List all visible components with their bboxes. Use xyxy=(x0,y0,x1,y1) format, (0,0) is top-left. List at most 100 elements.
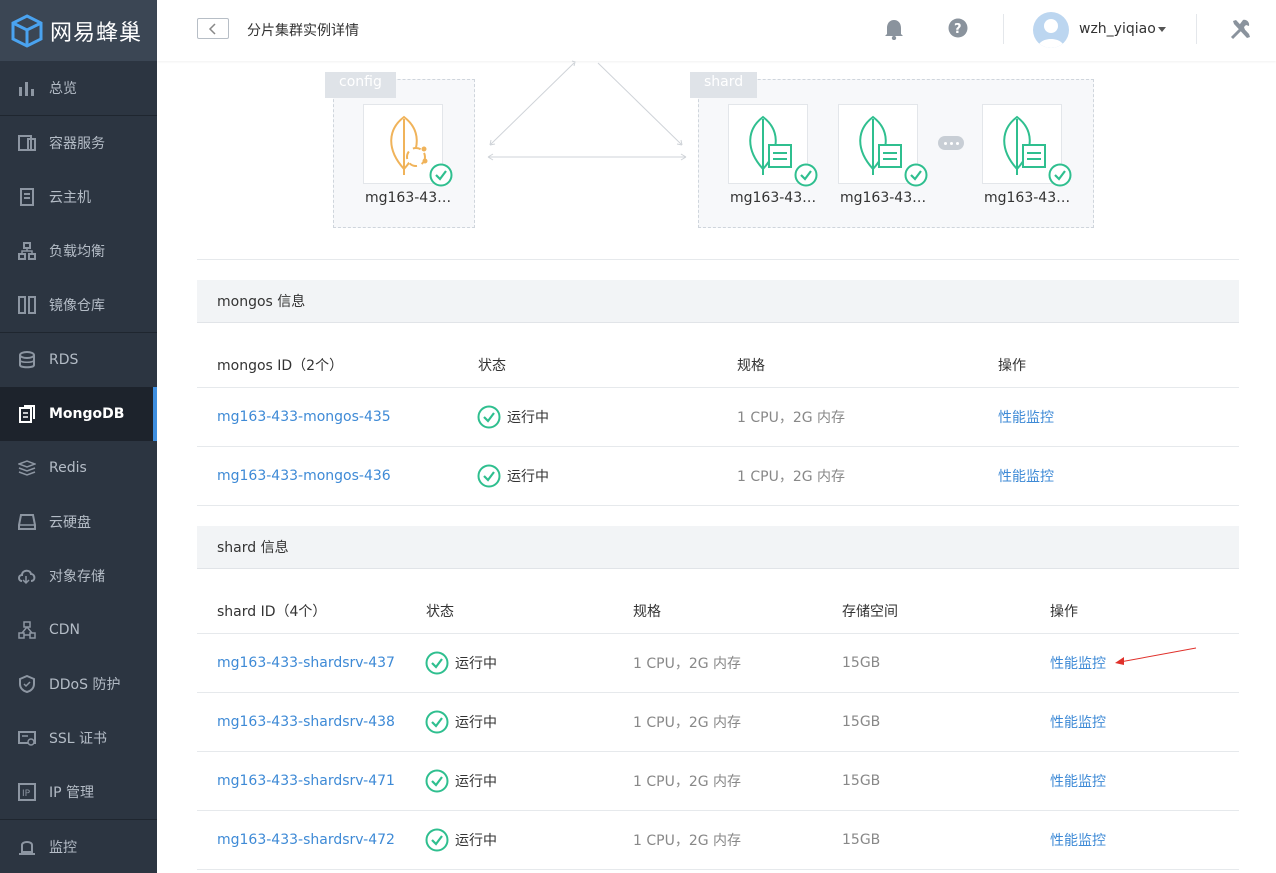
column-header: shard ID（4个） xyxy=(217,603,327,620)
instance-id-link[interactable]: mg163-433-shardsrv-472 xyxy=(217,811,395,869)
more-nodes-icon[interactable] xyxy=(938,136,964,150)
brand-name: 网易蜂巢 xyxy=(50,20,143,46)
sidebar-item-label: 云主机 xyxy=(49,190,91,206)
storage-cell: 15GB xyxy=(842,714,881,730)
table-row: mg163-433-shardsrv-472 运行中 1 CPU，2G 内存 1… xyxy=(197,811,1239,870)
check-circle-icon xyxy=(429,163,453,187)
check-circle-icon xyxy=(904,163,928,187)
node-label: mg163-43… xyxy=(365,190,452,206)
perf-monitor-link[interactable]: 性能监控 xyxy=(1050,811,1106,869)
spec-cell: 1 CPU，2G 内存 xyxy=(633,715,742,731)
header-divider xyxy=(1003,14,1004,44)
sidebar-item-rds[interactable]: RDS xyxy=(0,333,157,387)
sidebar-item-object-storage[interactable]: 对象存储 xyxy=(0,549,157,603)
sidebar-item-container[interactable]: 容器服务 xyxy=(0,116,157,170)
caret-down-icon[interactable] xyxy=(1158,27,1166,32)
sidebar-item-label: SSL 证书 xyxy=(49,731,108,747)
instance-id-link[interactable]: mg163-433-shardsrv-471 xyxy=(217,752,395,810)
check-circle-icon xyxy=(1048,163,1072,187)
table-row: mg163-433-shardsrv-471 运行中 1 CPU，2G 内存 1… xyxy=(197,752,1239,811)
mongodb-icon xyxy=(16,403,38,425)
sidebar-item-registry[interactable]: 镜像仓库 xyxy=(0,278,157,332)
sidebar-item-cdn[interactable]: CDN xyxy=(0,603,157,657)
status-text: 运行中 xyxy=(507,469,549,485)
cloud-storage-icon xyxy=(16,565,38,587)
annotation-arrow-icon xyxy=(1115,647,1197,665)
sidebar-item-redis[interactable]: Redis xyxy=(0,441,157,495)
sidebar-item-ddos[interactable]: DDoS 防护 xyxy=(0,657,157,711)
check-circle-icon xyxy=(477,405,501,429)
sidebar-item-label: 总览 xyxy=(49,81,77,97)
instance-id-link[interactable]: mg163-433-mongos-435 xyxy=(217,388,391,446)
column-header: 状态 xyxy=(478,357,506,374)
sidebar-item-disk[interactable]: 云硬盘 xyxy=(0,495,157,549)
bell-icon[interactable] xyxy=(884,18,904,40)
check-circle-icon xyxy=(425,710,449,734)
disk-icon xyxy=(16,511,38,533)
tools-icon[interactable] xyxy=(1229,17,1253,41)
sidebar-item-label: DDoS 防护 xyxy=(49,677,121,693)
table-row: mg163-433-shardsrv-437 运行中 1 CPU，2G 内存 1… xyxy=(197,634,1239,693)
sidebar-item-label: IP 管理 xyxy=(49,785,95,801)
column-header: 存储空间 xyxy=(842,603,898,620)
database-icon xyxy=(16,349,38,371)
status-cell: 运行中 xyxy=(425,634,497,692)
status-text: 运行中 xyxy=(455,715,497,731)
back-button[interactable] xyxy=(197,18,229,39)
load-balancer-icon xyxy=(16,240,38,262)
sidebar-item-mongodb[interactable]: MongoDB xyxy=(0,387,157,441)
cube-logo-icon xyxy=(11,13,43,48)
status-cell: 运行中 xyxy=(477,388,549,446)
help-icon[interactable]: ? xyxy=(948,18,968,38)
perf-monitor-link[interactable]: 性能监控 xyxy=(998,388,1054,446)
sidebar-item-label: CDN xyxy=(49,622,81,638)
sidebar-item-overview[interactable]: 总览 xyxy=(0,61,157,115)
certificate-icon xyxy=(16,727,38,749)
sidebar-item-label: MongoDB xyxy=(49,406,125,422)
svg-text:IP: IP xyxy=(22,789,31,799)
storage-cell: 15GB xyxy=(842,832,881,848)
sidebar-item-monitor[interactable]: 监控 xyxy=(0,820,157,873)
check-circle-icon xyxy=(425,769,449,793)
check-circle-icon xyxy=(425,651,449,675)
sidebar-item-lb[interactable]: 负载均衡 xyxy=(0,224,157,278)
sidebar-item-ssl[interactable]: SSL 证书 xyxy=(0,711,157,765)
sidebar-item-vm[interactable]: 云主机 xyxy=(0,170,157,224)
perf-monitor-link[interactable]: 性能监控 xyxy=(998,447,1054,505)
mongos-table-header: mongos ID（2个） 状态 规格 操作 xyxy=(197,342,1239,388)
status-text: 运行中 xyxy=(455,833,497,849)
sidebar-item-label: Redis xyxy=(49,460,87,476)
status-text: 运行中 xyxy=(455,774,497,790)
config-tab-label: config xyxy=(325,72,396,98)
avatar[interactable] xyxy=(1033,12,1069,48)
instance-id-link[interactable]: mg163-433-mongos-436 xyxy=(217,447,391,505)
section-title: shard 信息 xyxy=(217,540,289,556)
perf-monitor-link[interactable]: 性能监控 xyxy=(1050,752,1106,810)
status-text: 运行中 xyxy=(507,410,549,426)
mongos-section-header: mongos 信息 xyxy=(197,280,1239,323)
section-divider xyxy=(197,259,1239,260)
storage-cell: 15GB xyxy=(842,773,881,789)
shard-section-header: shard 信息 xyxy=(197,526,1239,569)
perf-monitor-link[interactable]: 性能监控 xyxy=(1050,634,1106,692)
instance-id-link[interactable]: mg163-433-shardsrv-438 xyxy=(217,693,395,751)
bar-chart-icon xyxy=(16,77,38,99)
perf-monitor-link[interactable]: 性能监控 xyxy=(1050,693,1106,751)
page-title: 分片集群实例详情 xyxy=(247,23,359,39)
sidebar-item-label: 镜像仓库 xyxy=(49,298,105,314)
instance-id-link[interactable]: mg163-433-shardsrv-437 xyxy=(217,634,395,692)
table-row: mg163-433-shardsrv-438 运行中 1 CPU，2G 内存 1… xyxy=(197,693,1239,752)
status-cell: 运行中 xyxy=(425,752,497,810)
node-label: mg163-43… xyxy=(840,190,927,206)
username[interactable]: wzh_yiqiao xyxy=(1079,21,1156,37)
sidebar-item-label: 对象存储 xyxy=(49,569,105,585)
sidebar-item-ip[interactable]: IP IP 管理 xyxy=(0,765,157,819)
table-row: mg163-433-mongos-436 运行中 1 CPU，2G 内存 性能监… xyxy=(197,447,1239,506)
column-header: 操作 xyxy=(998,357,1026,374)
spec-cell: 1 CPU，2G 内存 xyxy=(737,410,846,426)
check-circle-icon xyxy=(477,464,501,488)
topology-connectors xyxy=(487,60,687,161)
column-header: 操作 xyxy=(1050,603,1078,620)
storage-cell: 15GB xyxy=(842,655,881,671)
brand-logo[interactable]: 网易蜂巢 xyxy=(0,0,157,61)
